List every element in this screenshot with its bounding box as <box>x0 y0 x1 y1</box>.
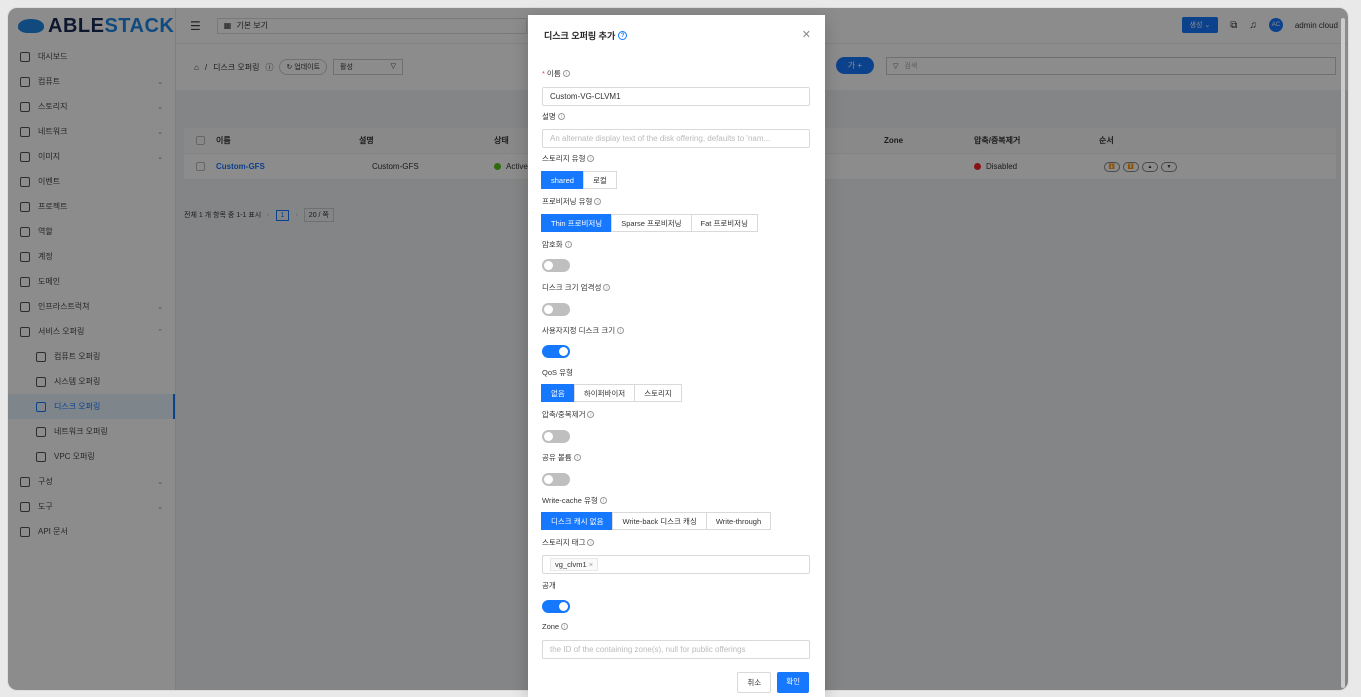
name-input[interactable]: Custom-VG-CLVM1 <box>542 87 810 106</box>
info-icon: i <box>603 284 611 291</box>
provisioning-radio: Thin 프로비저닝 Sparse 프로비저닝 Fat 프로비저닝 <box>541 214 758 232</box>
desc-label: 설명 i <box>542 111 810 122</box>
name-label: * 이름 i <box>542 68 810 79</box>
info-icon: i <box>573 454 581 461</box>
dedup-toggle[interactable] <box>542 430 570 443</box>
prov-sparse[interactable]: Sparse 프로비저닝 <box>611 214 692 232</box>
storage-tag-select[interactable]: vg_clvm1 × <box>542 555 810 574</box>
storage-type-label: 스토리지 유형 i <box>542 153 810 164</box>
prov-thin[interactable]: Thin 프로비저닝 <box>541 214 613 232</box>
encrypt-toggle[interactable] <box>542 259 570 272</box>
storage-type-radio: shared 로컬 <box>541 171 617 189</box>
zone-select[interactable]: the ID of the containing zone(s), null f… <box>542 640 810 659</box>
dedup-label: 압축/중복제거 i <box>542 409 810 420</box>
add-disk-offering-dialog: 디스크 오퍼링 추가? ✕ * 이름 i Custom-VG-CLVM1 설명 i A… <box>528 15 825 697</box>
info-icon: i <box>587 539 595 546</box>
qos-label: QoS 유형 <box>542 368 573 377</box>
cache-writeback[interactable]: Write-back 디스크 캐싱 <box>612 512 707 530</box>
tag-chip: vg_clvm1 × <box>550 558 599 571</box>
write-cache-radio: 디스크 캐시 없음 Write-back 디스크 캐싱 Write-throug… <box>541 512 772 530</box>
dialog-title: 디스크 오퍼링 추가? <box>544 29 628 42</box>
tag-remove-icon[interactable]: × <box>589 560 593 569</box>
description-input[interactable]: An alternate display text of the disk of… <box>542 129 810 148</box>
custom-size-toggle[interactable] <box>542 345 570 358</box>
prov-fat[interactable]: Fat 프로비저닝 <box>690 214 758 232</box>
strict-label: 디스크 크기 엄격성 i <box>542 282 810 293</box>
qos-hypervisor[interactable]: 하이퍼바이저 <box>573 384 636 402</box>
shared-volume-toggle[interactable] <box>542 473 570 486</box>
qos-storage[interactable]: 스토리지 <box>634 384 682 402</box>
info-icon: i <box>562 70 570 77</box>
cache-writethrough[interactable]: Write-through <box>705 512 772 530</box>
close-icon[interactable]: ✕ <box>802 28 811 41</box>
info-icon: i <box>557 113 565 120</box>
qos-radio: 없음 하이퍼바이저 스토리지 <box>541 384 682 402</box>
public-toggle[interactable] <box>542 600 570 613</box>
storage-tag-label: 스토리지 태그 i <box>542 537 810 548</box>
info-icon: i <box>599 497 607 504</box>
info-icon: i <box>587 411 595 418</box>
help-icon[interactable]: ? <box>618 31 628 40</box>
provisioning-label: 프로비저닝 유형 i <box>542 196 810 207</box>
storage-type-shared[interactable]: shared <box>541 171 584 189</box>
shared-volume-label: 공유 볼륨 i <box>542 452 810 463</box>
encrypt-label: 암호화 i <box>542 239 810 250</box>
info-icon: i <box>594 198 602 205</box>
info-icon: i <box>564 241 572 248</box>
qos-none[interactable]: 없음 <box>541 384 575 402</box>
write-cache-label: Write-cache 유형 i <box>542 495 810 506</box>
public-label: 공개 <box>542 581 556 590</box>
strict-toggle[interactable] <box>542 303 570 316</box>
dialog-footer: 취소 확인 <box>737 672 809 693</box>
info-icon: i <box>617 327 625 334</box>
zone-label: Zone i <box>542 622 810 631</box>
cancel-button[interactable]: 취소 <box>737 672 772 693</box>
custom-size-label: 사용자지정 디스크 크기 i <box>542 325 810 336</box>
info-icon: i <box>561 623 569 630</box>
cache-none[interactable]: 디스크 캐시 없음 <box>541 512 614 530</box>
scrollbar[interactable] <box>1341 18 1345 688</box>
ok-button[interactable]: 확인 <box>777 672 809 693</box>
info-icon: i <box>587 155 595 162</box>
storage-type-local[interactable]: 로컬 <box>582 171 617 189</box>
